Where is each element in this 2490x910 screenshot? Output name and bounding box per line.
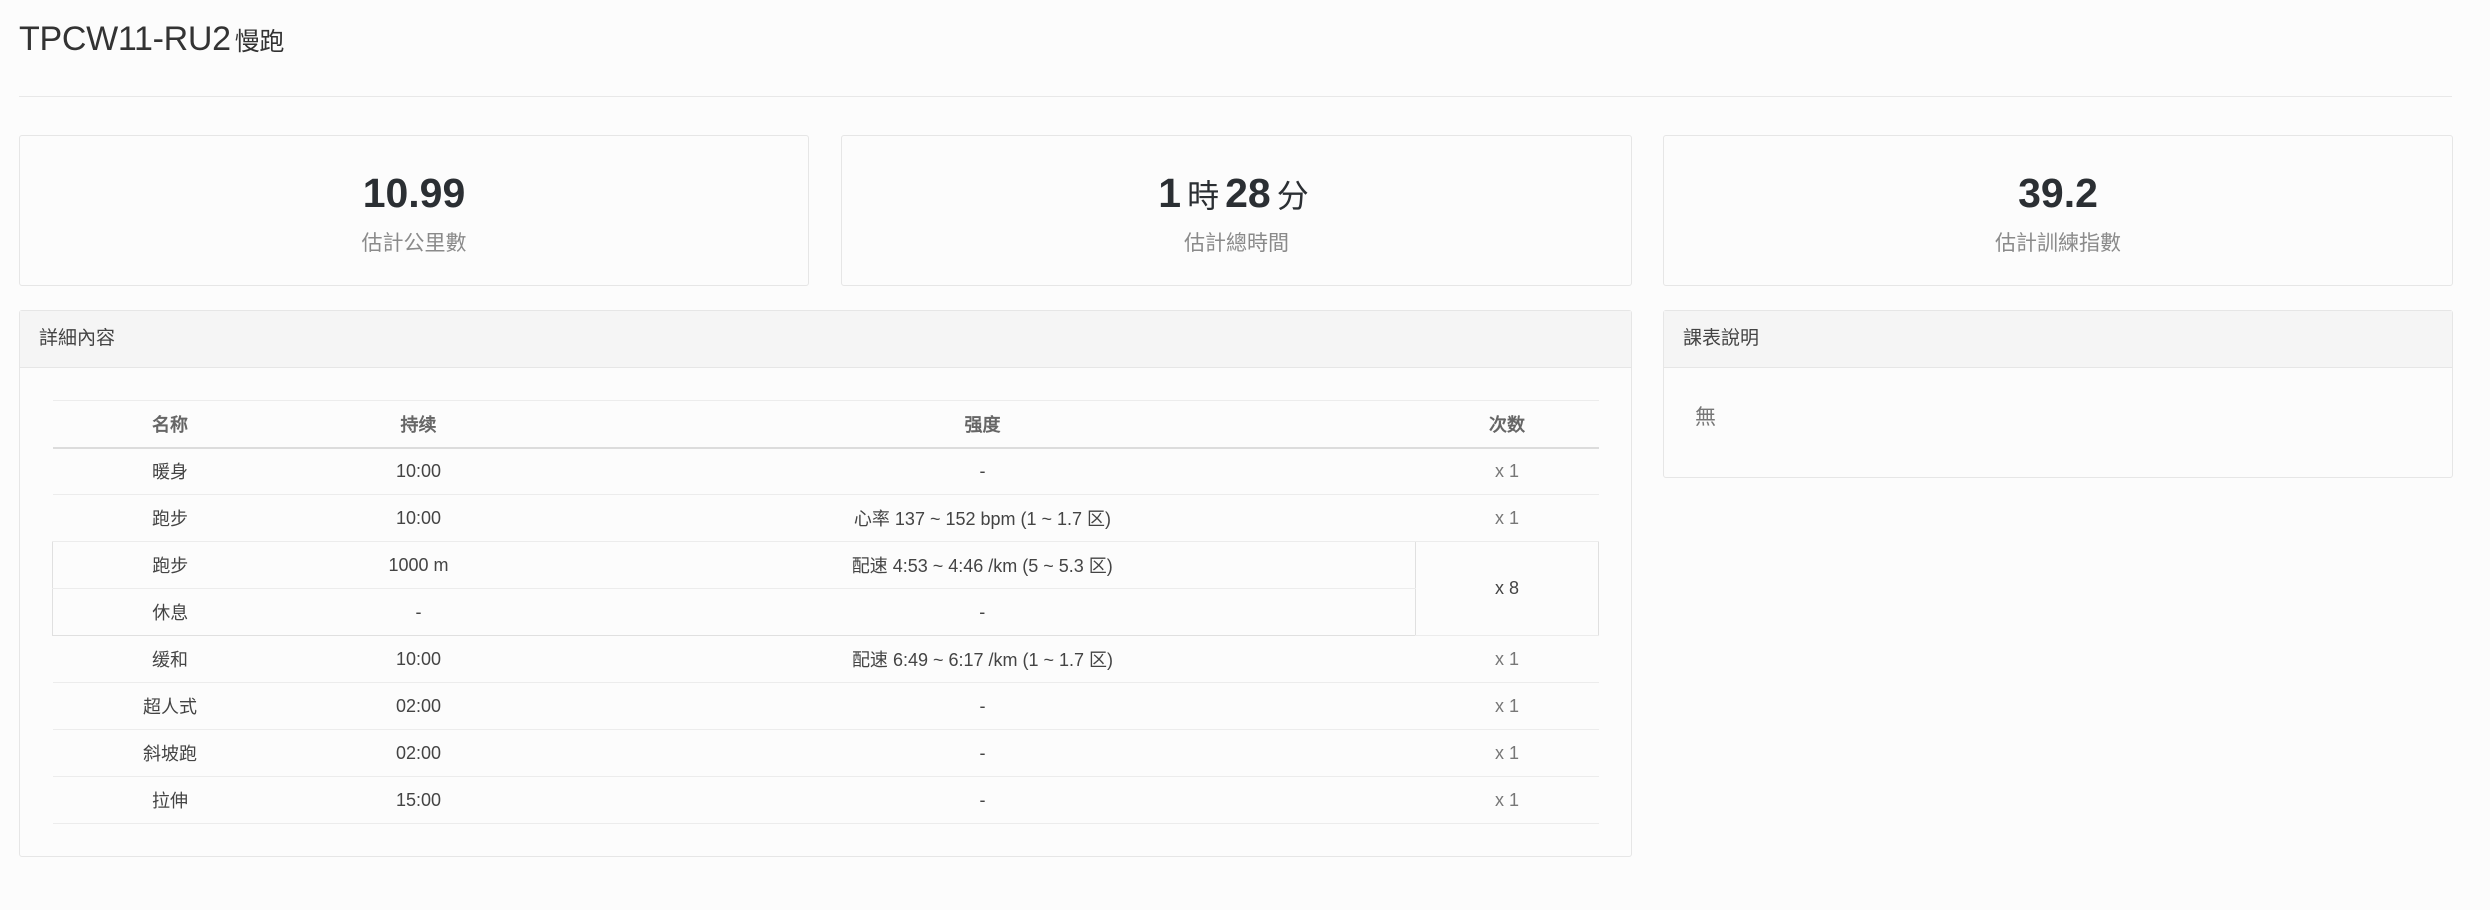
stat-duration-minutes-unit: 分 (1276, 178, 1309, 214)
step-count: x 1 (1415, 729, 1599, 777)
table-row: 跑步 10:00 心率 137 ~ 152 bpm (1 ~ 1.7 区) x … (52, 494, 1599, 542)
table-row-interval-group: 跑步 1000 m 配速 4:53 ~ 4:46 /km (5 ~ 5.3 区)… (52, 541, 1599, 636)
step-duration: 1000 m (287, 541, 550, 589)
step-intensity: - (549, 588, 1416, 636)
table-row: 斜坡跑 02:00 - x 1 (52, 729, 1599, 777)
stat-distance: 10.99 估計公里數 (19, 135, 809, 286)
stat-duration-hours-unit: 時 (1187, 178, 1220, 214)
workout-page: TPCW11-RU2 慢跑 10.99 估計公里數 1 時 28 分 估計總時間 39.… (0, 0, 2490, 910)
stat-training-index-label: 估計訓練指數 (1995, 232, 2121, 255)
step-intensity: - (549, 682, 1416, 730)
stat-duration: 1 時 28 分 估計總時間 (841, 135, 1632, 286)
table-row: 缓和 10:00 配速 6:49 ~ 6:17 /km (1 ~ 1.7 区) … (52, 635, 1599, 683)
title-divider (19, 96, 2452, 97)
details-panel: 詳細內容 名称 持续 强度 次数 暖身 10:00 - x 1 跑步 10:00… (19, 310, 1632, 857)
workout-type: 慢跑 (234, 28, 285, 56)
stat-training-index-value: 39.2 (2018, 170, 2098, 216)
step-duration: 02:00 (287, 682, 550, 730)
page-title: TPCW11-RU2 慢跑 (19, 20, 284, 59)
column-header-intensity: 强度 (549, 400, 1416, 449)
step-name: 暖身 (52, 447, 288, 495)
table-row-interval-group: 休息 - - (52, 588, 1599, 636)
step-intensity: 配速 6:49 ~ 6:17 /km (1 ~ 1.7 区) (549, 635, 1416, 683)
step-count: x 1 (1415, 776, 1599, 824)
description-panel: 課表說明 無 (1663, 310, 2453, 478)
stat-distance-label: 估計公里數 (361, 232, 467, 255)
step-name: 休息 (52, 588, 288, 636)
stat-duration-hours: 1 (1158, 170, 1182, 216)
step-intensity: - (549, 729, 1416, 777)
step-intensity: - (549, 447, 1416, 495)
step-count: x 1 (1415, 682, 1599, 730)
step-name: 拉伸 (52, 776, 288, 824)
step-intensity: 心率 137 ~ 152 bpm (1 ~ 1.7 区) (549, 494, 1416, 542)
table-row: 超人式 02:00 - x 1 (52, 682, 1599, 730)
step-name: 跑步 (52, 541, 288, 589)
step-count: x 1 (1415, 494, 1599, 542)
step-intensity: 配速 4:53 ~ 4:46 /km (5 ~ 5.3 区) (549, 541, 1416, 589)
table-header-row: 名称 持续 强度 次数 (52, 400, 1599, 449)
step-intensity: - (549, 776, 1416, 824)
step-duration: 02:00 (287, 729, 550, 777)
step-name: 缓和 (52, 635, 288, 683)
details-heading: 詳細內容 (20, 311, 1631, 368)
step-duration: 10:00 (287, 494, 550, 542)
step-name: 超人式 (52, 682, 288, 730)
column-header-duration: 持续 (287, 400, 550, 449)
step-name: 斜坡跑 (52, 729, 288, 777)
step-name: 跑步 (52, 494, 288, 542)
step-duration: 10:00 (287, 635, 550, 683)
stat-training-index: 39.2 估計訓練指數 (1663, 135, 2453, 286)
table-row: 暖身 10:00 - x 1 (52, 447, 1599, 495)
interval-repeat-count: x 8 (1415, 541, 1599, 636)
stat-duration-minutes: 28 (1225, 170, 1271, 216)
description-text: 無 (1695, 406, 1716, 429)
workout-steps-table: 名称 持续 强度 次数 暖身 10:00 - x 1 跑步 10:00 心率 1… (52, 400, 1599, 824)
step-duration: - (287, 588, 550, 636)
step-duration: 10:00 (287, 447, 550, 495)
step-count: x 1 (1415, 447, 1599, 495)
stat-duration-value: 1 時 28 分 (842, 170, 1631, 217)
table-row: 拉伸 15:00 - x 1 (52, 776, 1599, 824)
column-header-count: 次数 (1415, 400, 1599, 449)
description-heading: 課表說明 (1664, 311, 2452, 368)
stat-duration-label: 估計總時間 (1184, 232, 1289, 255)
step-duration: 15:00 (287, 776, 550, 824)
workout-code: TPCW11-RU2 (19, 20, 231, 58)
stat-distance-value: 10.99 (362, 170, 466, 216)
column-header-name: 名称 (52, 400, 288, 449)
step-count: x 1 (1415, 635, 1599, 683)
